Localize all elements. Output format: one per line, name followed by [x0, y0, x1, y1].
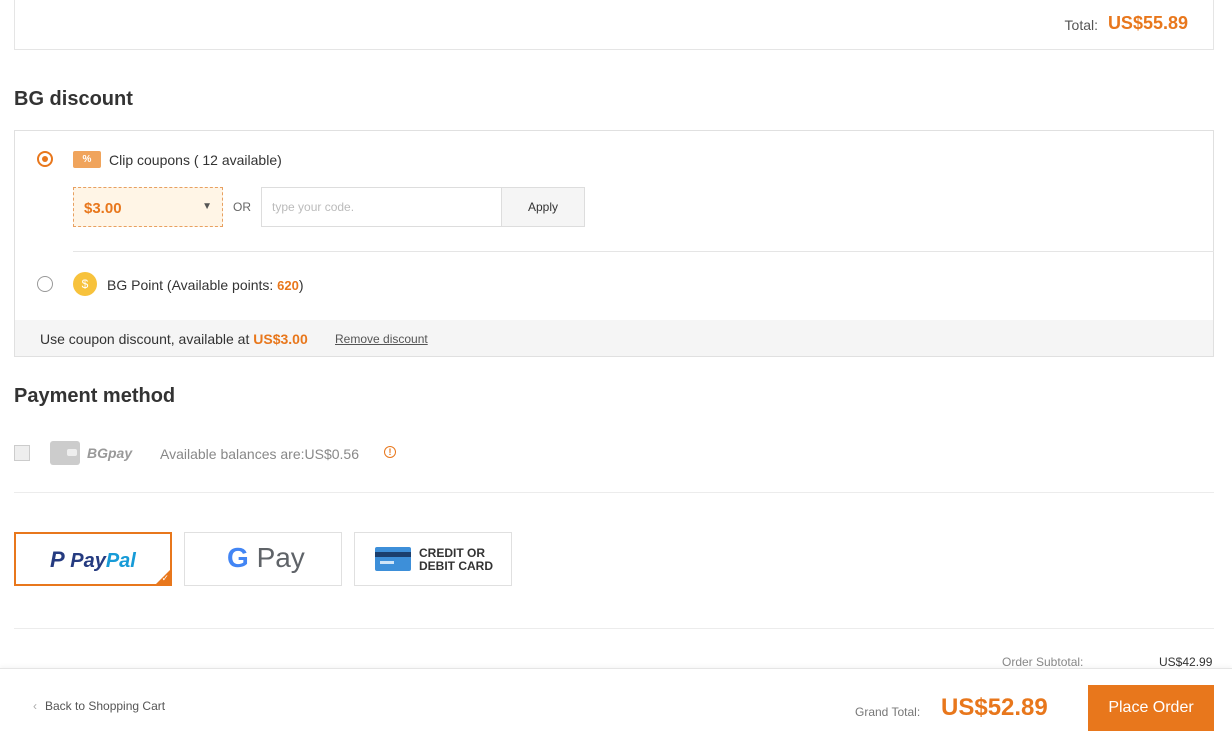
coupon-label: Clip coupons ( 12 available) — [109, 152, 282, 168]
coupon-select[interactable]: $3.00 ▼ — [73, 187, 223, 227]
card-label: CREDIT OR DEBIT CARD — [419, 547, 493, 573]
paypal-p: P — [50, 547, 65, 572]
coupon-code-input[interactable] — [261, 187, 502, 227]
coin-icon: $ — [73, 272, 97, 296]
apply-button[interactable]: Apply — [501, 187, 585, 227]
card-label-line2: DEBIT CARD — [419, 559, 493, 573]
credit-card-icon — [375, 547, 411, 571]
divider — [73, 251, 1214, 252]
divider — [14, 492, 1214, 493]
bgpay-checkbox[interactable] — [14, 445, 30, 461]
or-separator: OR — [233, 200, 251, 214]
coupon-radio[interactable] — [37, 151, 53, 167]
google-g: G — [227, 542, 249, 573]
grand-total-value: US$52.89 — [941, 694, 1048, 721]
info-icon[interactable]: ! — [384, 446, 396, 458]
subtotal-value: US$42.99 — [1159, 655, 1213, 669]
card-label-line1: CREDIT OR — [419, 546, 485, 560]
remove-discount-link[interactable]: Remove discount — [335, 332, 428, 346]
paypal-pay-text: Pay — [70, 550, 106, 572]
total-label: Total: — [1064, 17, 1098, 33]
bgpay-label: BGpay — [87, 445, 133, 461]
coupon-select-value: $3.00 — [84, 200, 122, 217]
wallet-icon — [50, 441, 80, 465]
google-pay-text: Pay — [256, 542, 305, 573]
payment-method-title: Payment method — [14, 385, 176, 407]
coupon-ticket-icon: % — [73, 151, 101, 168]
order-total-panel: Total: US$55.89 — [14, 0, 1214, 50]
google-pay-logo: G Pay — [227, 542, 305, 574]
discount-amount: US$3.00 — [253, 331, 308, 347]
checkout-bar: ‹ Back to Shopping Cart Grand Total: US$5… — [0, 668, 1232, 743]
paypal-logo: P PayPal — [50, 547, 136, 573]
divider — [14, 628, 1214, 629]
points-radio[interactable] — [37, 276, 53, 292]
points-label: BG Point (Available points: 620) — [107, 277, 304, 293]
back-to-cart-label: Back to Shopping Cart — [45, 699, 166, 713]
discount-summary-text: Use coupon discount, available at US$3.0… — [40, 331, 308, 347]
place-order-button[interactable]: Place Order — [1088, 685, 1214, 731]
paypal-option[interactable]: P PayPal ✓ — [14, 532, 172, 586]
discount-summary: Use coupon discount, available at US$3.0… — [15, 320, 1213, 356]
subtotal-label: Order Subtotal: — [1002, 655, 1084, 669]
card-option[interactable]: CREDIT OR DEBIT CARD — [354, 532, 512, 586]
points-label-text: BG Point (Available points: — [107, 277, 278, 293]
grand-total-label: Grand Total: — [855, 705, 921, 719]
total-value: US$55.89 — [1107, 13, 1188, 33]
points-label-suffix: ) — [298, 277, 304, 293]
check-icon: ✓ — [161, 573, 169, 583]
bg-discount-title: BG discount — [14, 88, 133, 110]
discount-panel: % Clip coupons ( 12 available) $3.00 ▼ O… — [14, 130, 1214, 357]
points-value: 620 — [277, 278, 299, 293]
discount-summary-label: Use coupon discount, available at — [40, 331, 254, 347]
google-pay-option[interactable]: G Pay — [184, 532, 342, 586]
bgpay-balance: Available balances are:US$0.56 — [160, 446, 359, 462]
caret-down-icon: ▼ — [202, 201, 212, 212]
paypal-pal-text: Pal — [105, 550, 136, 572]
back-to-cart-link[interactable]: ‹ Back to Shopping Cart — [33, 699, 165, 713]
chevron-left-icon: ‹ — [33, 699, 37, 713]
